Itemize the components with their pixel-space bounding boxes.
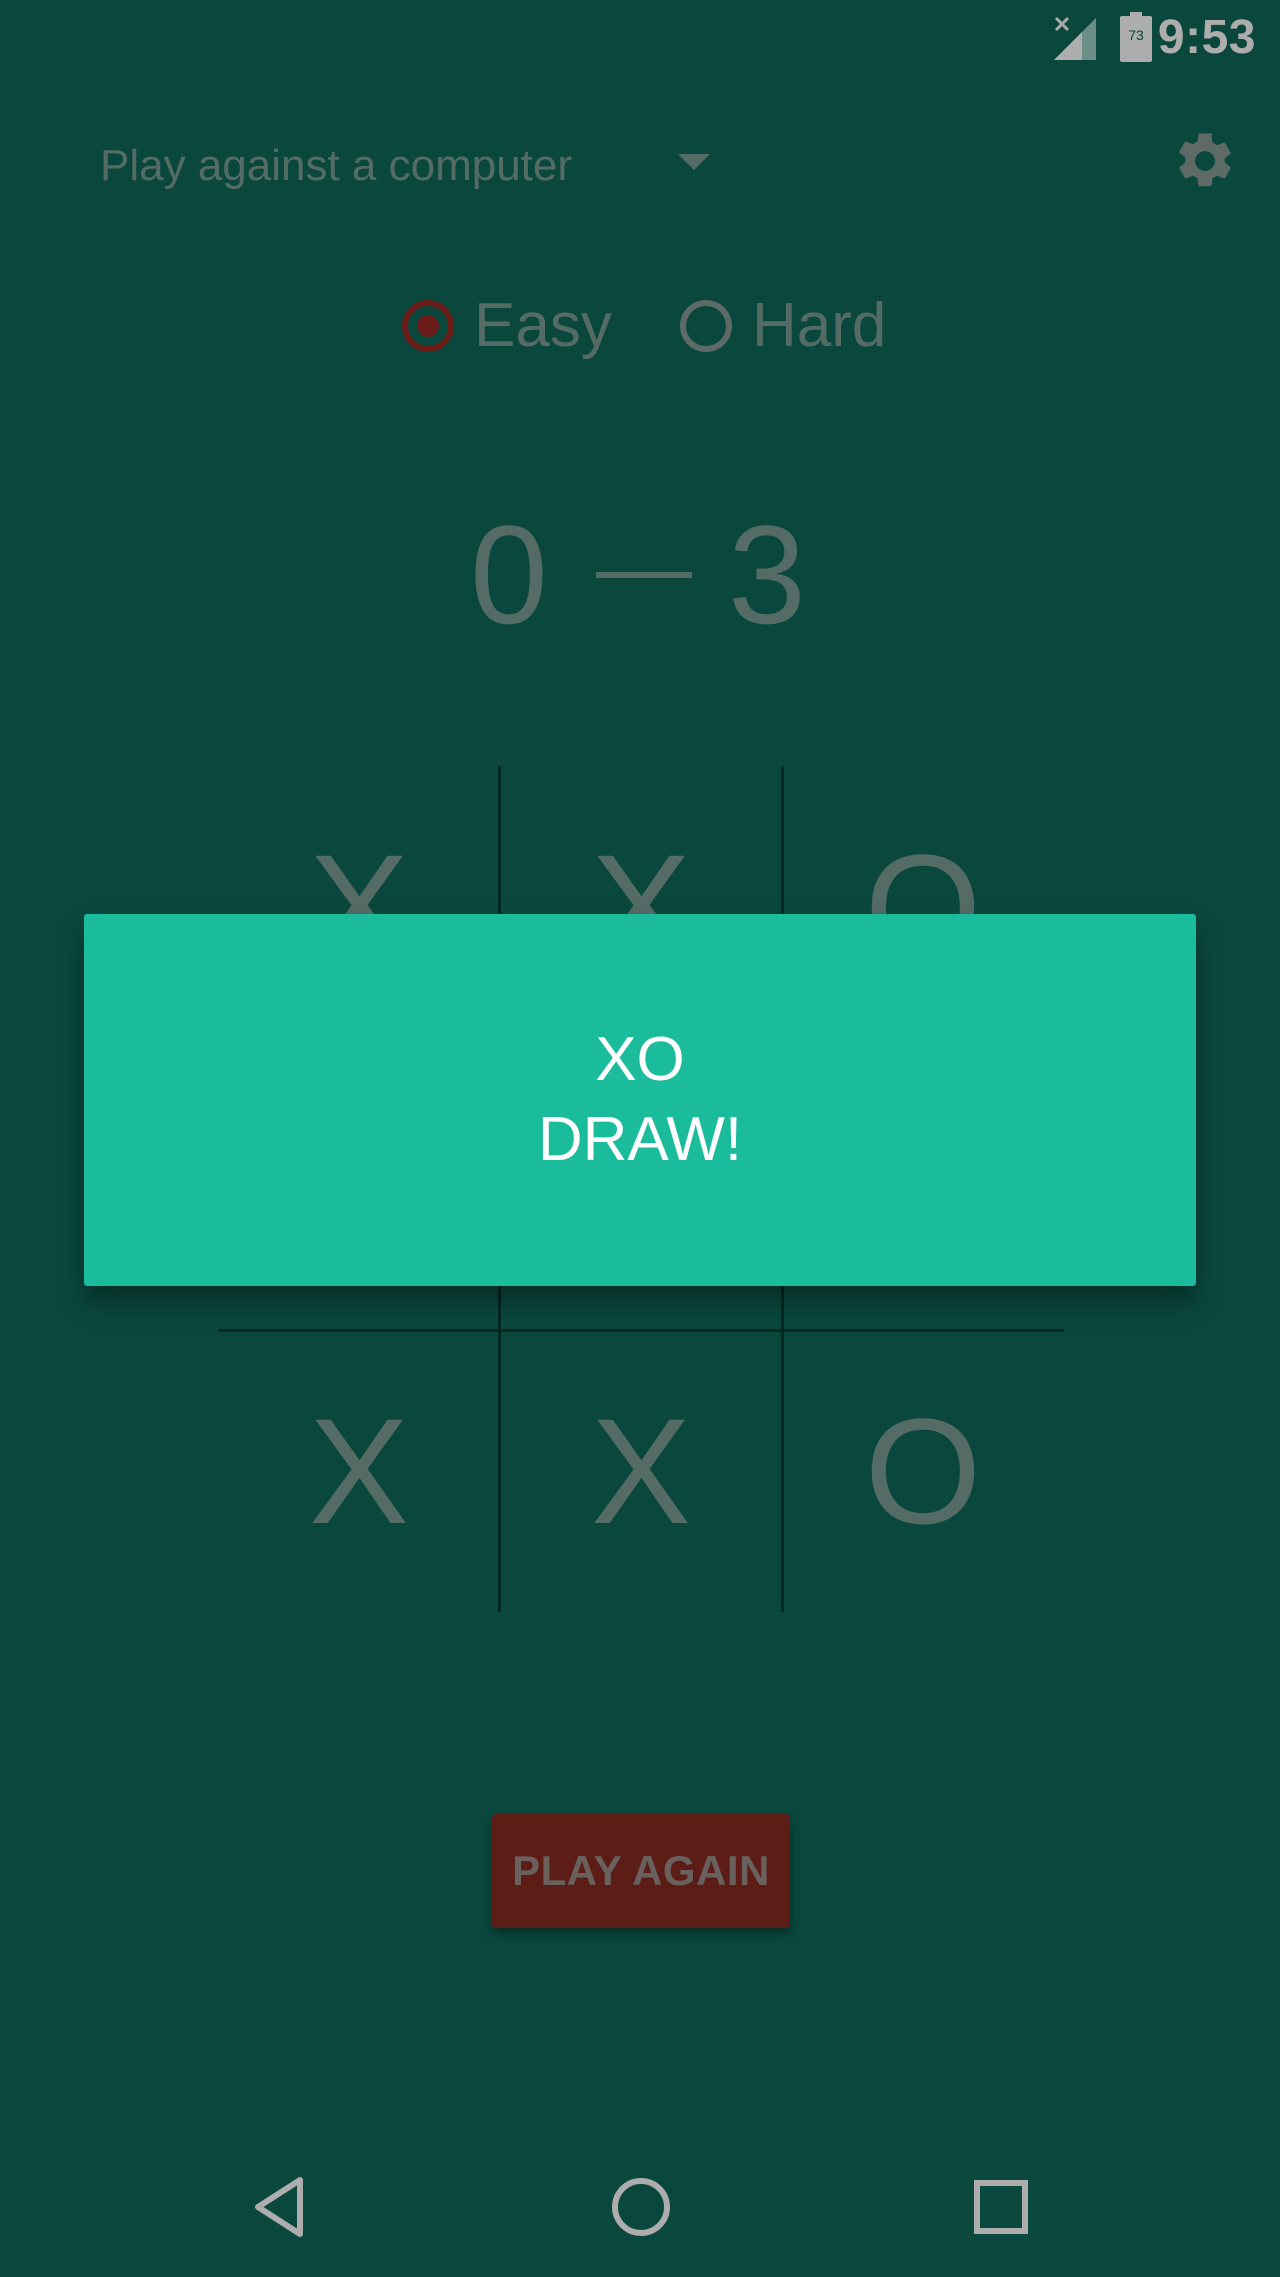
battery-level-text: 73 [1128, 27, 1144, 43]
score-player: 0 [470, 496, 548, 653]
radio-easy-label: Easy [474, 291, 612, 360]
radio-easy[interactable]: Easy [402, 286, 612, 366]
status-bar: 73 9:53 [0, 0, 1280, 76]
chevron-down-icon [678, 154, 710, 170]
board-cell[interactable]: O [782, 1330, 1064, 1612]
mode-dropdown-label: Play against a computer [100, 141, 573, 190]
back-icon[interactable] [236, 2162, 326, 2252]
signal-no-service-icon [1054, 16, 1096, 60]
score-display: 0 3 [420, 500, 860, 650]
app-screen: 73 9:53 Play against a computer Easy Har… [0, 0, 1280, 2277]
mode-dropdown[interactable]: Play against a computer [100, 132, 720, 200]
recents-icon[interactable] [956, 2162, 1046, 2252]
result-toast: XO DRAW! [84, 914, 1196, 1286]
battery-icon: 73 [1120, 12, 1152, 62]
gear-icon[interactable] [1172, 128, 1238, 194]
radio-checked-icon [402, 300, 454, 352]
score-separator [596, 572, 692, 578]
radio-unchecked-icon [680, 300, 732, 352]
navigation-bar [0, 2140, 1280, 2277]
score-computer: 3 [728, 496, 806, 653]
status-time: 9:53 [1157, 11, 1256, 64]
radio-hard-label: Hard [752, 291, 887, 360]
result-title: XO [595, 1025, 685, 1094]
board-cell[interactable]: X [500, 1330, 782, 1612]
result-message: DRAW! [537, 1105, 743, 1174]
radio-hard[interactable]: Hard [680, 286, 886, 366]
play-again-button[interactable]: PLAY AGAIN [492, 1814, 790, 1928]
home-icon[interactable] [596, 2162, 686, 2252]
board-cell[interactable]: X [218, 1330, 500, 1612]
